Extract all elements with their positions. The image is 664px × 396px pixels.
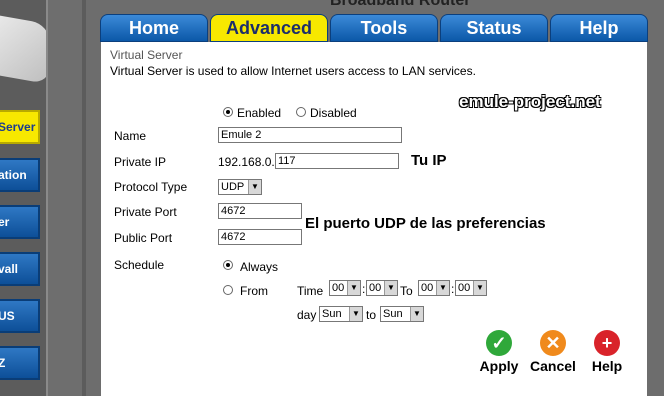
tab-tools[interactable]: Tools (330, 14, 438, 42)
udp-port-annotation: El puerto UDP de las preferencias (305, 215, 546, 232)
disabled-radio[interactable] (296, 107, 306, 117)
private-ip-input[interactable]: 117 (275, 153, 399, 169)
sidebar-divider (46, 0, 82, 396)
chevron-down-icon: ▼ (410, 307, 423, 321)
disabled-label: Disabled (310, 106, 357, 120)
watermark: emule-project.net (459, 92, 601, 111)
always-radio[interactable] (223, 260, 233, 270)
tab-home[interactable]: Home (100, 14, 208, 42)
sidebar-item-dmz[interactable]: Z (0, 346, 40, 380)
router-image (0, 15, 50, 85)
checkmark-icon: ✓ (486, 330, 512, 356)
tab-advanced[interactable]: Advanced (210, 14, 328, 42)
always-label: Always (240, 260, 279, 274)
enabled-radio[interactable] (223, 107, 233, 117)
chevron-down-icon: ▼ (473, 281, 486, 295)
chevron-down-icon: ▼ (349, 307, 362, 321)
day-to-select[interactable]: Sun ▼ (380, 306, 424, 322)
day-from-select[interactable]: Sun ▼ (319, 306, 363, 322)
private-ip-label: Private IP (114, 155, 167, 169)
time-from-min-select[interactable]: 00 ▼ (366, 280, 398, 296)
apply-button[interactable]: ✓ Apply (469, 330, 529, 374)
protocol-select[interactable]: UDP ▼ (218, 179, 262, 195)
chevron-down-icon: ▼ (347, 281, 360, 295)
router-title: Broadband Router (330, 0, 471, 9)
sidebar-item-filter[interactable]: er (0, 205, 40, 239)
help-button[interactable]: + Help (577, 330, 637, 374)
public-port-label: Public Port (114, 231, 173, 245)
day-to-label: to (366, 308, 377, 322)
sidebar-item-application[interactable]: ation (0, 158, 40, 192)
sidebar-item-ddns[interactable]: US (0, 299, 40, 333)
time-to-hour-select[interactable]: 00 ▼ (418, 280, 450, 296)
schedule-label: Schedule (114, 258, 165, 272)
content-panel: Virtual Server Virtual Server is used to… (101, 42, 647, 396)
enabled-label: Enabled (237, 106, 282, 120)
name-input[interactable]: Emule 2 (218, 127, 402, 143)
chevron-down-icon: ▼ (248, 180, 261, 194)
time-label: Time (297, 284, 324, 298)
day-label: day (297, 308, 317, 322)
public-port-input[interactable]: 4672 (218, 229, 302, 245)
private-port-label: Private Port (114, 205, 177, 219)
cancel-button[interactable]: ✕ Cancel (523, 330, 583, 374)
private-port-input[interactable]: 4672 (218, 203, 302, 219)
section-title: Virtual Server (110, 48, 183, 62)
tu-ip-annotation: Tu IP (411, 152, 447, 169)
cancel-x-icon: ✕ (540, 330, 566, 356)
from-radio[interactable] (223, 285, 233, 295)
sidebar-item-virtual-server[interactable]: Server (0, 110, 40, 144)
main-tabs: Home Advanced Tools Status Help (100, 12, 648, 42)
from-label: From (240, 284, 268, 298)
sidebar-item-firewall[interactable]: vall (0, 252, 40, 286)
time-to-min-select[interactable]: 00 ▼ (455, 280, 487, 296)
time-from-hour-select[interactable]: 00 ▼ (329, 280, 361, 296)
plus-help-icon: + (594, 330, 620, 356)
chevron-down-icon: ▼ (436, 281, 449, 295)
left-sidebar (0, 0, 86, 396)
name-label: Name (114, 129, 147, 143)
time-colon: : (362, 282, 366, 296)
protocol-label: Protocol Type (114, 180, 188, 194)
section-description: Virtual Server is used to allow Internet… (110, 64, 476, 78)
chevron-down-icon: ▼ (384, 281, 397, 295)
private-ip-prefix: 192.168.0. (218, 155, 275, 169)
tab-status[interactable]: Status (440, 14, 548, 42)
time-colon: : (451, 282, 455, 296)
tab-help[interactable]: Help (550, 14, 648, 42)
to-label: To (400, 284, 413, 298)
